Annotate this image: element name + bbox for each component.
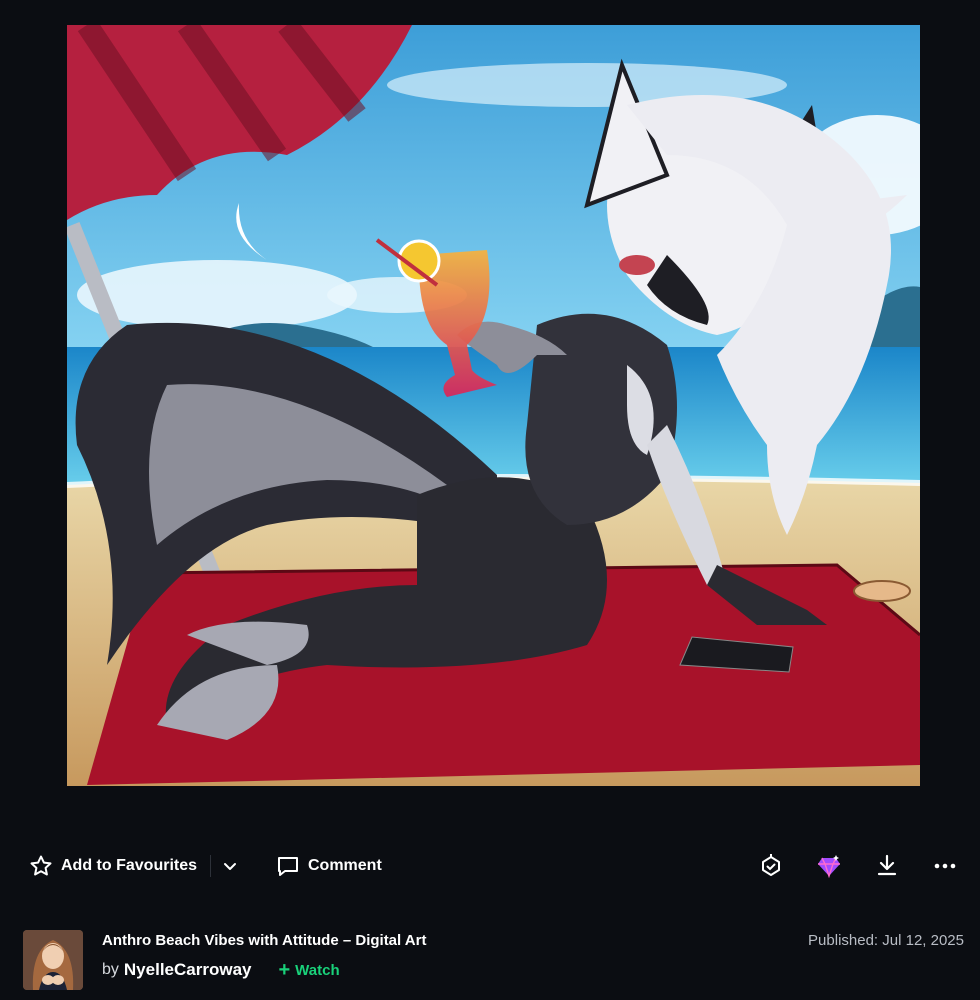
comment-icon <box>278 857 298 876</box>
cloud <box>77 260 357 330</box>
author-link[interactable]: NyelleCarroway <box>124 960 252 980</box>
shell <box>853 580 911 602</box>
download-button[interactable] <box>873 852 901 880</box>
deviation-meta: Anthro Beach Vibes with Attitude – Digit… <box>0 928 980 992</box>
favourites-dropdown-button[interactable] <box>219 854 241 878</box>
avatar[interactable] <box>23 930 83 990</box>
more-icon <box>934 863 956 869</box>
add-to-favourites-button[interactable]: Add to Favourites <box>29 853 197 879</box>
artwork-image[interactable] <box>67 25 920 786</box>
favourites-label: Add to Favourites <box>61 857 198 874</box>
badge-button[interactable] <box>757 852 785 880</box>
badge-icon <box>762 854 780 876</box>
byline: by NyelleCarroway + Watch <box>102 960 340 980</box>
watch-button[interactable]: + Watch <box>278 960 339 980</box>
divider <box>210 855 211 877</box>
comment-button[interactable]: Comment <box>276 853 382 879</box>
action-bar: Add to Favourites Comment <box>0 840 980 892</box>
gem-icon <box>818 855 840 879</box>
by-label: by <box>102 961 119 978</box>
chevron-down-icon <box>224 863 236 870</box>
watch-label: Watch <box>295 961 340 979</box>
star-icon <box>30 855 52 876</box>
plus-icon: + <box>278 959 291 981</box>
download-icon <box>877 854 897 876</box>
deviation-title[interactable]: Anthro Beach Vibes with Attitude – Digit… <box>102 932 426 949</box>
comment-label: Comment <box>308 857 382 874</box>
more-options-button[interactable] <box>931 852 959 880</box>
give-gem-button[interactable] <box>815 852 843 880</box>
published-date: Published: Jul 12, 2025 <box>808 932 964 949</box>
